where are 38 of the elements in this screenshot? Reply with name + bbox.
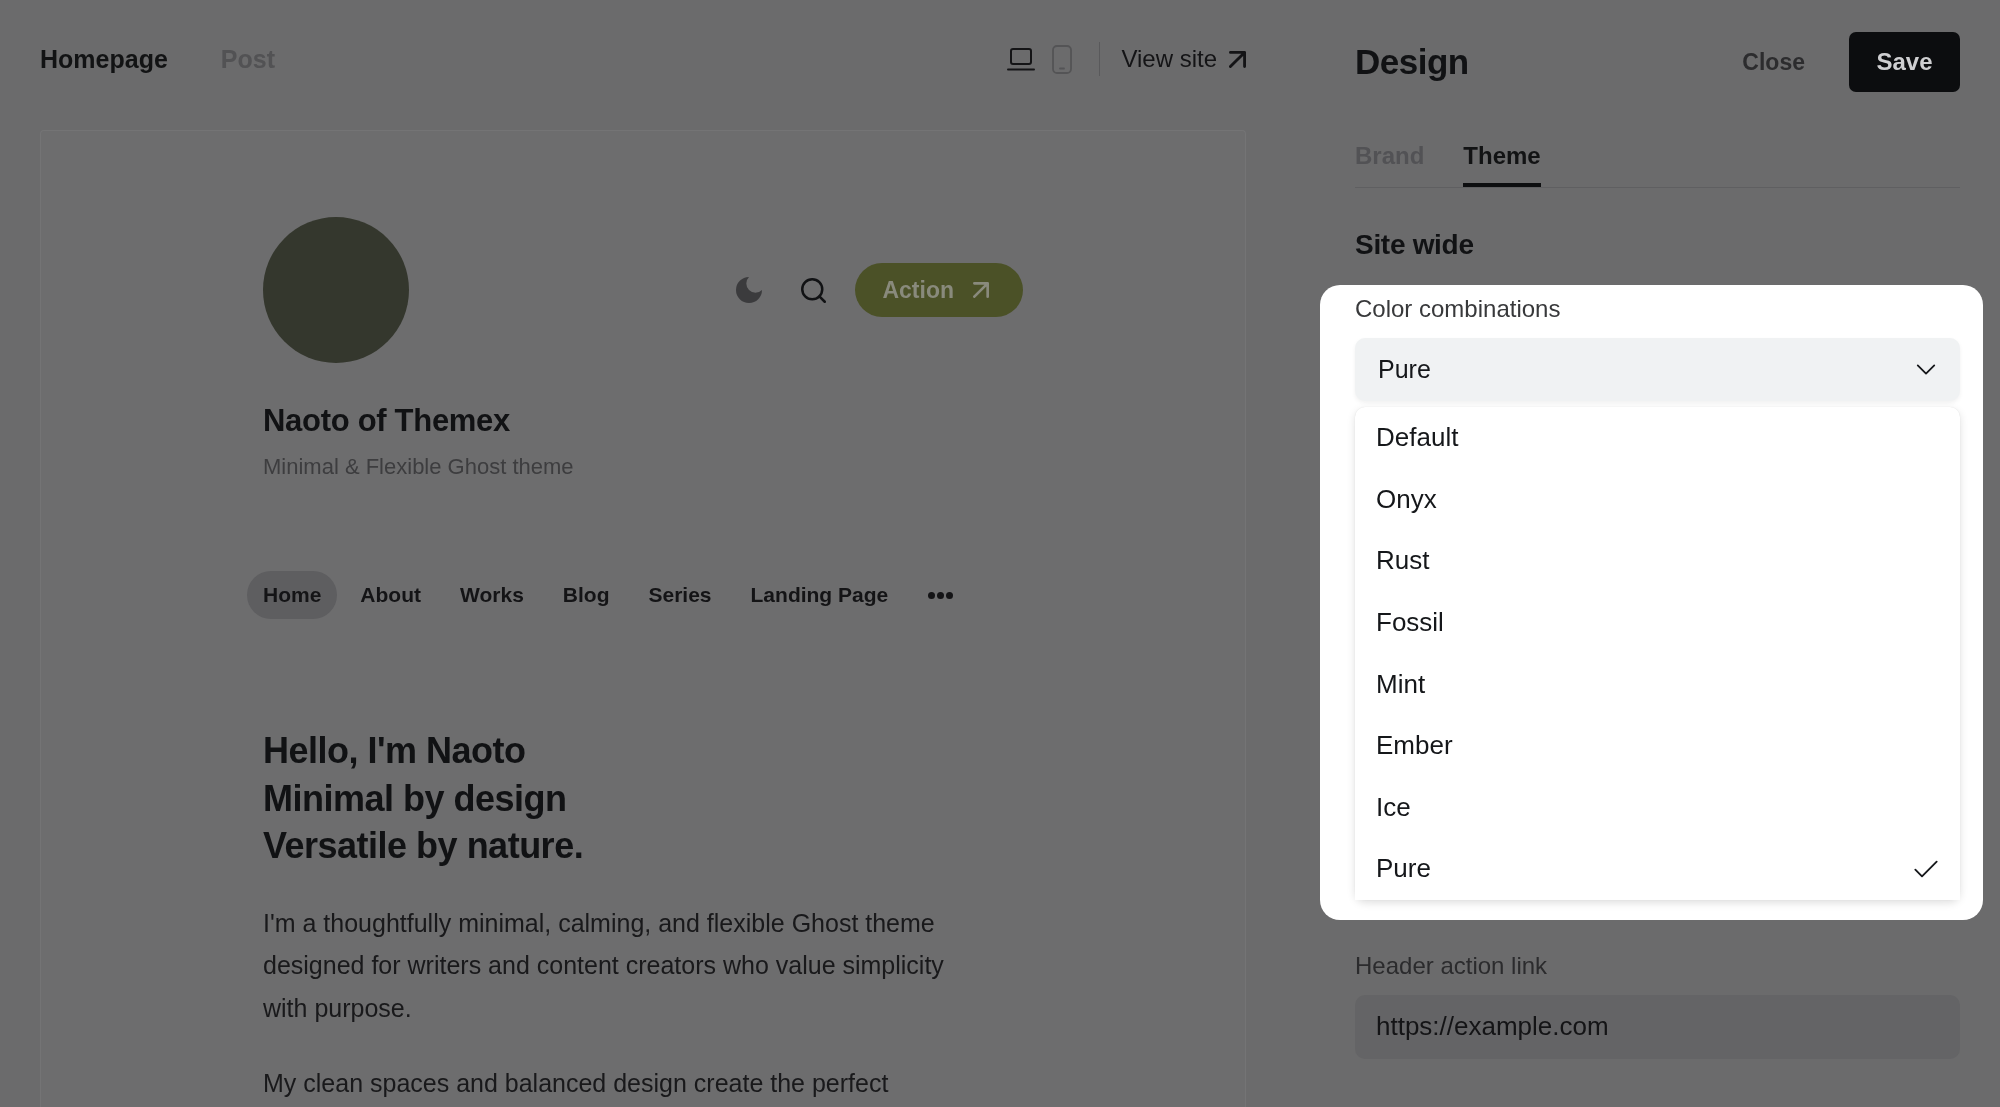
view-site-link[interactable]: View site xyxy=(1121,44,1246,74)
panel-title: Design xyxy=(1355,41,1469,83)
close-button[interactable]: Close xyxy=(1742,47,1805,77)
color-select[interactable]: Pure xyxy=(1355,338,1960,401)
moon-icon[interactable] xyxy=(736,277,763,303)
search-icon[interactable] xyxy=(801,277,827,303)
nav-link[interactable]: Works xyxy=(444,571,540,619)
laptop-icon[interactable] xyxy=(1007,47,1036,71)
dropdown-option[interactable]: Onyx xyxy=(1355,468,1960,531)
arrow-up-right-icon xyxy=(1229,50,1246,68)
dropdown-option[interactable]: Mint xyxy=(1355,653,1960,715)
field-label: Color combinations xyxy=(1355,294,1562,324)
dots-icon[interactable] xyxy=(928,591,954,599)
check-icon xyxy=(1914,859,1938,878)
dropdown-option[interactable]: Pure xyxy=(1355,838,1960,900)
dropdown-option[interactable]: Ember xyxy=(1355,714,1960,777)
dropdown-option[interactable]: Default xyxy=(1355,407,1960,469)
site-title: Naoto of Themex xyxy=(263,402,511,440)
dropdown-option[interactable]: Ice xyxy=(1355,776,1960,839)
paragraph: My clean spaces and balanced design create the perfect xyxy=(263,1068,890,1099)
paragraph: I'm a thoughtfully minimal, calming, and flexible Ghost theme designed for writers and content creators who value simplicity with purpose. xyxy=(263,907,945,1024)
url-input-field[interactable]: https://example.com xyxy=(1355,994,1960,1059)
nav-link[interactable]: Home xyxy=(247,571,338,619)
arrow-up-right-icon xyxy=(973,282,989,298)
field-label: Header action link xyxy=(1355,950,1549,981)
panel-tab[interactable]: Theme xyxy=(1463,125,1541,187)
section-title: Site wide xyxy=(1355,228,1475,262)
save-button[interactable]: Save xyxy=(1849,32,1960,92)
action-button[interactable]: Action xyxy=(855,263,1023,317)
nav-link[interactable]: Blog xyxy=(546,571,626,619)
dropdown-option[interactable]: Fossil xyxy=(1355,591,1960,654)
mode-tab[interactable]: Homepage xyxy=(40,44,168,74)
nav-link[interactable]: Landing Page xyxy=(734,571,905,619)
headline: Hello, I'm Naoto Minimal by design Versatile by nature. xyxy=(263,729,585,868)
dropdown-option[interactable]: Rust xyxy=(1355,530,1960,592)
chevron-down-icon xyxy=(1916,364,1936,375)
nav-link[interactable]: About xyxy=(344,571,437,619)
nav-link[interactable]: Series xyxy=(632,571,728,619)
